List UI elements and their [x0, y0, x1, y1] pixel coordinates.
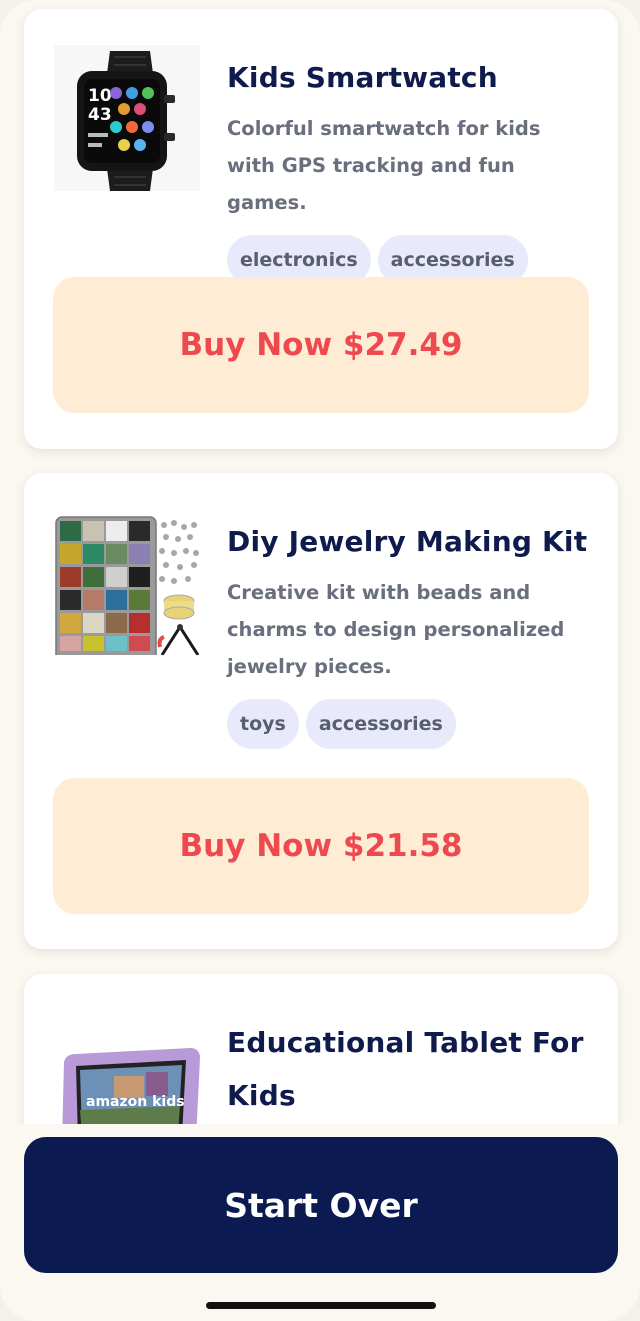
start-over-button[interactable]: Start Over: [24, 1137, 618, 1273]
product-description: Colorful smartwatch for kids with GPS tr…: [227, 117, 541, 214]
product-title: Educational Tablet For Kids: [227, 1026, 584, 1112]
smartwatch-image: 10 43: [54, 45, 200, 191]
jewelry-kit-image: [54, 509, 200, 655]
tag-toys: toys: [227, 699, 299, 749]
product-title: Diy Jewelry Making Kit: [227, 525, 588, 558]
product-info: Diy Jewelry Making Kit Creative kit with…: [227, 515, 588, 749]
tag-accessories: accessories: [305, 699, 456, 749]
product-card-smartwatch: 10 43 Kids Smartwatch Colorful smartwatc…: [24, 9, 618, 449]
buy-now-button[interactable]: Buy Now $21.58: [53, 778, 589, 914]
app-screen: 10 43 Kids Smartwatch Colorful smartwatc…: [0, 0, 640, 1321]
tablet-brand-text: amazon kids: [86, 1094, 185, 1110]
product-title: Kids Smartwatch: [227, 61, 498, 94]
product-description: Creative kit with beads and charms to de…: [227, 581, 565, 678]
watch-time-minutes: 43: [88, 105, 112, 125]
buy-now-button[interactable]: Buy Now $27.49: [53, 277, 589, 413]
watch-time-hours: 10: [88, 86, 112, 106]
tag-list: toys accessories: [227, 699, 588, 749]
home-indicator[interactable]: [206, 1302, 436, 1309]
product-info: Kids Smartwatch Colorful smartwatch for …: [227, 51, 588, 285]
product-card-jewelry-kit: Diy Jewelry Making Kit Creative kit with…: [24, 473, 618, 949]
product-info: Educational Tablet For Kids: [227, 1016, 588, 1122]
